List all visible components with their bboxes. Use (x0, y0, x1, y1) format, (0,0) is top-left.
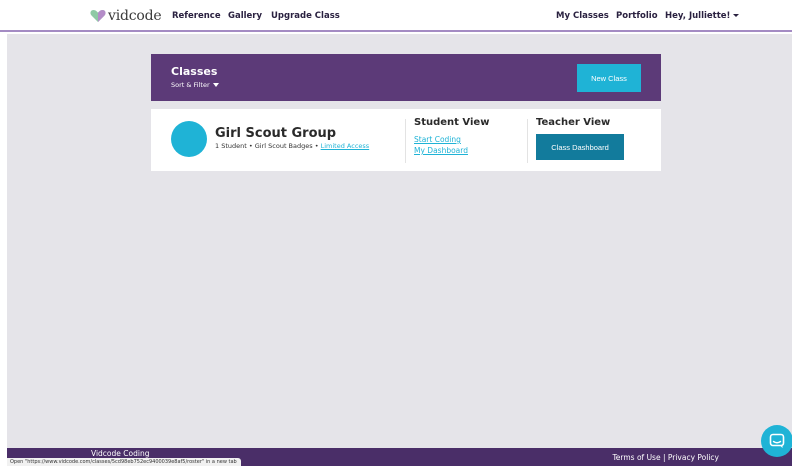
user-menu-label: Hey, Julliette! (665, 11, 731, 21)
class-meta-text: 1 Student • Girl Scout Badges • (215, 142, 321, 150)
page-title: Classes (171, 65, 218, 78)
nav-link-reference[interactable]: Reference (172, 11, 221, 21)
nav-link-upgrade-class[interactable]: Upgrade Class (271, 11, 340, 21)
class-card: Girl Scout Group 1 Student • Girl Scout … (151, 109, 661, 171)
divider (527, 119, 528, 163)
limited-access-link[interactable]: Limited Access (321, 142, 370, 150)
class-dashboard-button[interactable]: Class Dashboard (536, 134, 624, 160)
class-meta: 1 Student • Girl Scout Badges • Limited … (215, 142, 369, 150)
class-name: Girl Scout Group (215, 126, 337, 141)
sort-filter-label: Sort & Filter (171, 81, 210, 89)
footer-brand: Vidcode Coding (91, 449, 150, 458)
teacher-view-title: Teacher View (536, 117, 611, 128)
classes-header: Classes Sort & Filter New Class (151, 54, 661, 101)
nav-link-gallery[interactable]: Gallery (228, 11, 262, 21)
nav-link-my-classes[interactable]: My Classes (556, 11, 609, 21)
chevron-down-icon (733, 14, 740, 17)
browser-status-bar: Open "https://www.vidcode.com/classes/5c… (7, 458, 241, 466)
user-menu[interactable]: Hey, Julliette! (665, 11, 740, 21)
vidcode-logo[interactable]: vidcode (90, 8, 162, 24)
logo-text: vidcode (108, 8, 162, 24)
top-nav: vidcode Reference Gallery Upgrade Class … (0, 0, 792, 32)
chat-button[interactable] (761, 425, 792, 457)
new-class-button[interactable]: New Class (577, 64, 641, 92)
footer-links[interactable]: Terms of Use | Privacy Policy (612, 453, 719, 462)
sort-filter-toggle[interactable]: Sort & Filter (171, 81, 219, 89)
nav-link-portfolio[interactable]: Portfolio (616, 11, 658, 21)
chat-bubble-icon (769, 433, 785, 448)
student-view-title: Student View (414, 117, 490, 128)
divider (405, 119, 406, 163)
start-coding-link[interactable]: Start Coding (414, 135, 461, 144)
heart-logo-icon (90, 10, 106, 22)
class-avatar (171, 121, 207, 157)
caret-down-icon (212, 83, 219, 87)
my-dashboard-link[interactable]: My Dashboard (414, 146, 468, 155)
